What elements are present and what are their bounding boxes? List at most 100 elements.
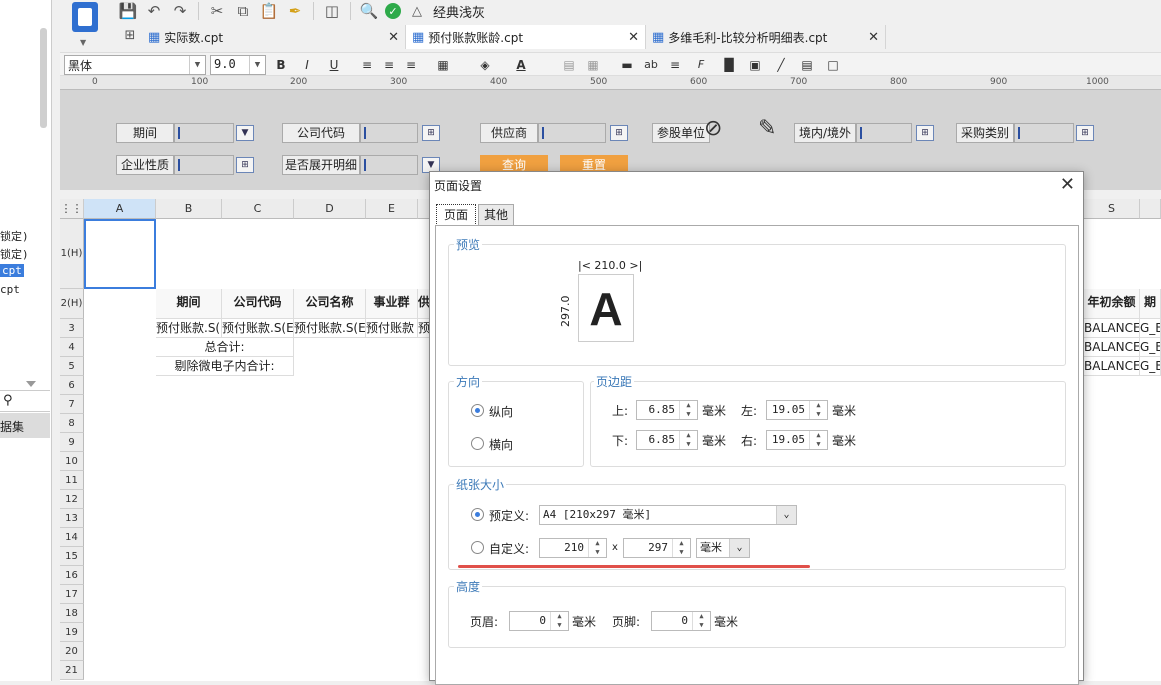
column-header[interactable]: E <box>366 199 418 219</box>
table-cell[interactable]: G_B <box>1140 357 1161 376</box>
custom-height-input[interactable]: 297 ▲ ▼ <box>623 538 691 558</box>
row-header[interactable]: 9 <box>60 433 84 452</box>
tree-select-icon[interactable]: ⊞ <box>610 125 628 141</box>
portrait-label[interactable]: 纵向 <box>489 403 513 420</box>
table-cell[interactable]: BALANCE) <box>1084 319 1140 338</box>
dropdown-icon[interactable]: ▼ <box>236 125 254 141</box>
widget-icon[interactable]: □ <box>824 56 842 74</box>
chevron-down-icon[interactable]: ⌄ <box>776 506 796 524</box>
margin-bottom-input[interactable]: 6.85 ▲ ▼ <box>636 430 698 450</box>
param-input[interactable] <box>174 155 234 175</box>
column-header[interactable]: D <box>294 199 366 219</box>
portrait-radio[interactable] <box>471 404 484 417</box>
list-item[interactable]: 锁定) <box>0 228 29 244</box>
table-header-cell[interactable]: 年初余额 <box>1084 289 1140 319</box>
shirt-icon[interactable]: △ <box>407 1 427 21</box>
close-icon[interactable]: ✕ <box>628 30 639 45</box>
tab-gross-profit[interactable]: ▦ 多维毛利-比较分析明细表.cpt ✕ <box>646 25 886 49</box>
close-icon[interactable]: ✕ <box>388 30 399 45</box>
theme-label[interactable]: 经典浅灰 <box>433 2 485 21</box>
dataset-search[interactable]: ⚲ <box>0 390 50 412</box>
image-icon[interactable]: ▣ <box>746 56 764 74</box>
grid-icon[interactable]: ⊞ <box>118 25 142 45</box>
dataset-label[interactable]: 据集 <box>0 413 50 438</box>
row-header[interactable]: 6 <box>60 376 84 395</box>
table-header-cell[interactable]: 期间 <box>156 289 222 319</box>
table-cell[interactable]: 预付账款.S(E <box>222 319 294 338</box>
table-cell[interactable]: G_B <box>1140 319 1161 338</box>
cut-icon[interactable]: ✂ <box>207 1 227 21</box>
spinner-icon[interactable]: ▲ ▼ <box>588 539 606 557</box>
spinner-icon[interactable]: ▲ ▼ <box>809 431 827 449</box>
chevron-down-icon[interactable]: ▼ <box>249 56 265 74</box>
table-cell[interactable]: BALANCE) <box>1084 338 1140 357</box>
row-header[interactable]: 11 <box>60 471 84 490</box>
fill-color-icon[interactable]: ◈ <box>476 56 494 74</box>
column-header[interactable]: B <box>156 199 222 219</box>
close-icon[interactable]: ✕ <box>1060 174 1075 195</box>
align-left-icon[interactable]: ≡ <box>358 56 376 74</box>
align-right-icon[interactable]: ≡ <box>402 56 420 74</box>
paper-size-select[interactable]: A4 [210x297 毫米] ⌄ <box>539 505 797 525</box>
redo-icon[interactable]: ↷ <box>170 1 190 21</box>
subtotal-label[interactable]: 剔除微电子内合计: <box>156 357 294 376</box>
collapse-icon[interactable] <box>26 381 36 387</box>
selected-cell[interactable] <box>84 219 156 289</box>
row-header[interactable]: 16 <box>60 566 84 585</box>
chevron-down-icon[interactable]: ⌄ <box>729 539 749 557</box>
row-header[interactable]: 10 <box>60 452 84 471</box>
row-header[interactable]: 20 <box>60 642 84 661</box>
row-header[interactable]: 2(H) <box>60 289 84 319</box>
tab-actual[interactable]: ▦ 实际数.cpt ✕ <box>142 25 406 49</box>
paste-icon[interactable]: 📋 <box>259 1 279 21</box>
format-painter-icon[interactable]: ✒ <box>285 1 305 21</box>
chevron-down-icon[interactable]: ▼ <box>80 38 86 47</box>
tree-select-icon[interactable]: ⊞ <box>236 157 254 173</box>
spinner-icon[interactable]: ▲ ▼ <box>550 612 568 630</box>
param-input[interactable] <box>174 123 234 143</box>
spinner-icon[interactable]: ▲ ▼ <box>672 539 690 557</box>
table-cell[interactable]: 预付账款.S(I <box>156 319 222 338</box>
custom-radio[interactable] <box>471 541 484 554</box>
save-icon[interactable]: 💾 <box>118 1 138 21</box>
list-item[interactable]: cpt <box>0 283 20 296</box>
list-item[interactable]: 锁定) <box>0 246 29 262</box>
italic-icon[interactable]: I <box>298 56 316 74</box>
check-icon[interactable]: ✓ <box>385 3 401 19</box>
table-cell[interactable]: G_B <box>1140 338 1161 357</box>
predefined-radio[interactable] <box>471 508 484 521</box>
preview-icon[interactable]: 🔍 <box>359 1 379 21</box>
predefined-label[interactable]: 预定义: <box>489 507 529 524</box>
column-header[interactable]: C <box>222 199 294 219</box>
bold-icon[interactable]: B <box>272 56 290 74</box>
font-color-icon[interactable]: A <box>512 56 530 74</box>
row-header[interactable]: 17 <box>60 585 84 604</box>
copy-icon[interactable]: ⧉ <box>233 1 253 21</box>
row-header[interactable]: 14 <box>60 528 84 547</box>
table-header-cell[interactable]: 期 <box>1140 289 1161 319</box>
row-header[interactable]: 4 <box>60 338 84 357</box>
text-icon[interactable]: ab <box>642 56 660 74</box>
landscape-radio[interactable] <box>471 437 484 450</box>
row-header[interactable]: 18 <box>60 604 84 623</box>
tab-page[interactable]: 页面 <box>436 204 476 226</box>
table-cell[interactable]: 预付账款.S(E <box>294 319 366 338</box>
column-header[interactable]: S <box>1084 199 1140 219</box>
formula-icon[interactable]: F <box>692 56 710 74</box>
tree-select-icon[interactable]: ⊞ <box>1076 125 1094 141</box>
paragraph-icon[interactable]: ≡ <box>666 56 684 74</box>
font-family-select[interactable]: 黑体 ▼ <box>64 55 206 75</box>
custom-label[interactable]: 自定义: <box>489 540 529 557</box>
app-logo-icon[interactable] <box>72 2 98 32</box>
hide-icon[interactable]: ⊘ <box>704 116 722 141</box>
tab-prepayment-aging[interactable]: ▦ 预付账款账龄.cpt ✕ <box>406 25 646 49</box>
row-header[interactable]: 12 <box>60 490 84 509</box>
subreport-icon[interactable]: ▤ <box>798 56 816 74</box>
param-input[interactable] <box>538 123 606 143</box>
row-header[interactable]: 8 <box>60 414 84 433</box>
edit-icon[interactable]: ✎ <box>758 116 776 141</box>
row-header[interactable]: 1(H) <box>60 219 84 289</box>
param-input[interactable] <box>360 123 418 143</box>
column-header[interactable] <box>1140 199 1161 219</box>
row-header[interactable]: 5 <box>60 357 84 376</box>
